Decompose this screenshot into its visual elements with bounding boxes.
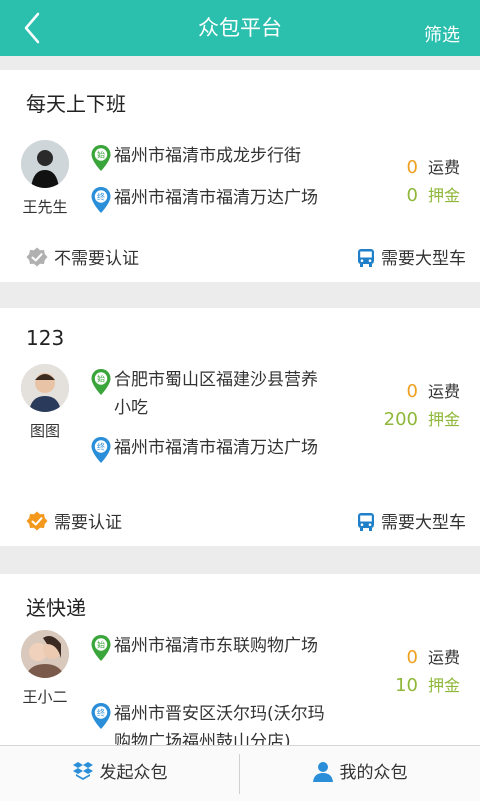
freight-value: 0	[406, 381, 418, 402]
vehicle-requirement: 需要大型车	[357, 246, 466, 272]
task-title: 123	[26, 326, 65, 350]
task-title: 送快递	[26, 596, 86, 620]
vehicle-requirement-text: 需要大型车	[381, 249, 466, 269]
start-badge: 始	[97, 640, 105, 650]
avatar	[21, 364, 69, 412]
vehicle-requirement: 需要大型车	[357, 510, 466, 536]
page-title: 众包平台	[198, 16, 282, 40]
vehicle-requirement-text: 需要大型车	[381, 513, 466, 533]
end-address: 终 福州市晋安区沃尔玛(沃尔玛购物广场福州鼓山分店)	[90, 700, 330, 745]
start-address: 始 合肥市蜀山区福建沙县营养小吃	[90, 366, 330, 422]
end-badge: 终	[97, 708, 105, 718]
deposit-label: 押金	[427, 410, 460, 429]
start-address: 始 福州市福清市东联购物广场	[90, 632, 330, 661]
start-address-text: 福州市福清市成龙步行街	[114, 146, 301, 166]
cert-requirement-text: 需要认证	[54, 513, 122, 533]
end-address-text: 福州市晋安区沃尔玛(沃尔玛购物广场福州鼓山分店)	[114, 704, 325, 745]
my-crowdsource-button[interactable]: 我的众包	[240, 746, 479, 801]
mine-label: 我的众包	[339, 763, 408, 783]
freight-row: 0 运费	[340, 644, 470, 672]
publish-crowdsource-button[interactable]: 发起众包	[0, 746, 239, 801]
freight-label: 运费	[427, 158, 460, 177]
start-address-text: 合肥市蜀山区福建沙县营养小吃	[114, 370, 318, 418]
map-pin-start-icon: 始	[91, 369, 111, 395]
deposit-label: 押金	[427, 676, 460, 695]
deposit-value: 0	[406, 185, 418, 206]
freight-row: 0 运费	[340, 378, 470, 406]
freight-value: 0	[406, 157, 418, 178]
app-header: 众包平台 筛选	[0, 0, 480, 56]
verified-badge-icon	[26, 247, 48, 267]
deposit-row: 200 押金	[340, 406, 470, 434]
deposit-label: 押金	[427, 186, 460, 205]
bus-icon	[358, 249, 374, 267]
end-address: 终 福州市福清市福清万达广场	[90, 184, 330, 213]
end-badge: 终	[97, 192, 105, 202]
start-address: 始 福州市福清市成龙步行街	[90, 142, 330, 171]
avatar	[21, 140, 69, 188]
task-card[interactable]: 送快递 王小二 始 福州市福清市东联购物广场 终 福州市晋安区沃尔玛(沃尔玛购物…	[0, 574, 480, 745]
freight-value: 0	[406, 647, 418, 668]
verified-badge-icon	[26, 511, 48, 531]
map-pin-start-icon: 始	[91, 635, 111, 661]
start-badge: 始	[97, 374, 105, 384]
freight-label: 运费	[427, 382, 460, 401]
deposit-value: 10	[395, 675, 418, 696]
task-list: 每天上下班 王先生 始 福州市福清市成龙步行街 终 福州市福清市福清万达广场 0…	[0, 56, 480, 745]
task-title: 每天上下班	[26, 92, 126, 116]
task-card[interactable]: 每天上下班 王先生 始 福州市福清市成龙步行街 终 福州市福清市福清万达广场 0…	[0, 70, 480, 282]
map-pin-end-icon: 终	[91, 437, 111, 463]
author-name: 图图	[29, 422, 60, 440]
task-card[interactable]: 123 图图 始 合肥市蜀山区福建沙县营养小吃 终 福州市福清市福清万达广场 0…	[0, 308, 480, 546]
author-name: 王小二	[22, 688, 68, 706]
user-icon	[312, 762, 333, 782]
map-pin-start-icon: 始	[91, 145, 111, 171]
map-pin-end-icon: 终	[91, 187, 111, 213]
freight-row: 0 运费	[340, 154, 470, 182]
end-badge: 终	[97, 442, 105, 452]
end-address-text: 福州市福清市福清万达广场	[114, 188, 318, 208]
end-address-text: 福州市福清市福清万达广场	[114, 438, 318, 458]
deposit-row: 10 押金	[340, 672, 470, 700]
cert-requirement: 需要认证	[26, 510, 122, 536]
bottom-action-bar: 发起众包 我的众包	[0, 745, 480, 801]
package-icon	[72, 762, 93, 780]
author-name: 王先生	[22, 198, 68, 216]
map-pin-end-icon: 终	[91, 703, 111, 729]
start-address-text: 福州市福清市东联购物广场	[114, 636, 318, 656]
freight-label: 运费	[427, 648, 460, 667]
avatar	[21, 630, 69, 678]
bus-icon	[358, 513, 374, 531]
cert-requirement: 不需要认证	[26, 246, 139, 272]
end-address: 终 福州市福清市福清万达广场	[90, 434, 330, 463]
deposit-value: 200	[383, 409, 418, 430]
deposit-row: 0 押金	[340, 182, 470, 210]
cert-requirement-text: 不需要认证	[54, 249, 139, 269]
start-badge: 始	[97, 150, 105, 160]
publish-label: 发起众包	[99, 763, 168, 783]
